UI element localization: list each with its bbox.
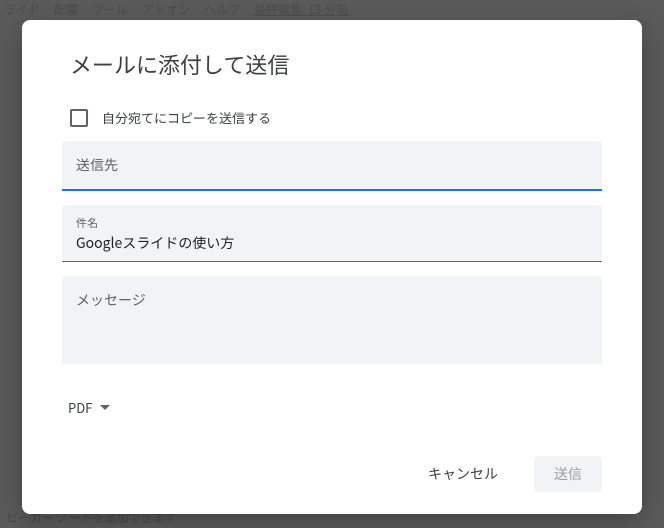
recipient-field[interactable]: 送信先 bbox=[62, 141, 602, 191]
menu-item: ライド bbox=[4, 1, 40, 18]
copy-to-self-label: 自分宛てにコピーを送信する bbox=[102, 108, 271, 127]
menu-item: 配置 bbox=[54, 1, 78, 18]
message-placeholder: メッセージ bbox=[76, 290, 588, 310]
format-selected-label: PDF bbox=[68, 398, 92, 417]
format-select[interactable]: PDF bbox=[62, 390, 602, 425]
copy-to-self-row[interactable]: 自分宛てにコピーを送信する bbox=[62, 108, 602, 127]
menu-item: ツール bbox=[92, 1, 128, 18]
subject-field[interactable]: 件名 Googleスライドの使い方 bbox=[62, 205, 602, 262]
menu-item: アドオン bbox=[142, 1, 190, 18]
copy-to-self-checkbox[interactable] bbox=[70, 109, 88, 127]
chevron-down-icon bbox=[100, 405, 110, 410]
menu-item: ヘルプ bbox=[204, 1, 240, 18]
dialog-actions: キャンセル 送信 bbox=[62, 436, 602, 492]
recipient-placeholder: 送信先 bbox=[76, 155, 588, 175]
last-edit-text: 最終編集: 13 分前 bbox=[254, 1, 348, 18]
subject-label: 件名 bbox=[76, 215, 588, 231]
subject-value: Googleスライドの使い方 bbox=[76, 233, 588, 253]
email-attachment-dialog: メールに添付して送信 自分宛てにコピーを送信する 送信先 件名 Googleスラ… bbox=[22, 20, 642, 514]
cancel-button[interactable]: キャンセル bbox=[408, 456, 518, 492]
dialog-title: メールに添付して送信 bbox=[70, 48, 602, 80]
send-button[interactable]: 送信 bbox=[534, 456, 602, 492]
backdrop-menu: ライド 配置 ツール アドオン ヘルプ 最終編集: 13 分前 bbox=[0, 0, 664, 18]
message-field[interactable]: メッセージ bbox=[62, 276, 602, 364]
